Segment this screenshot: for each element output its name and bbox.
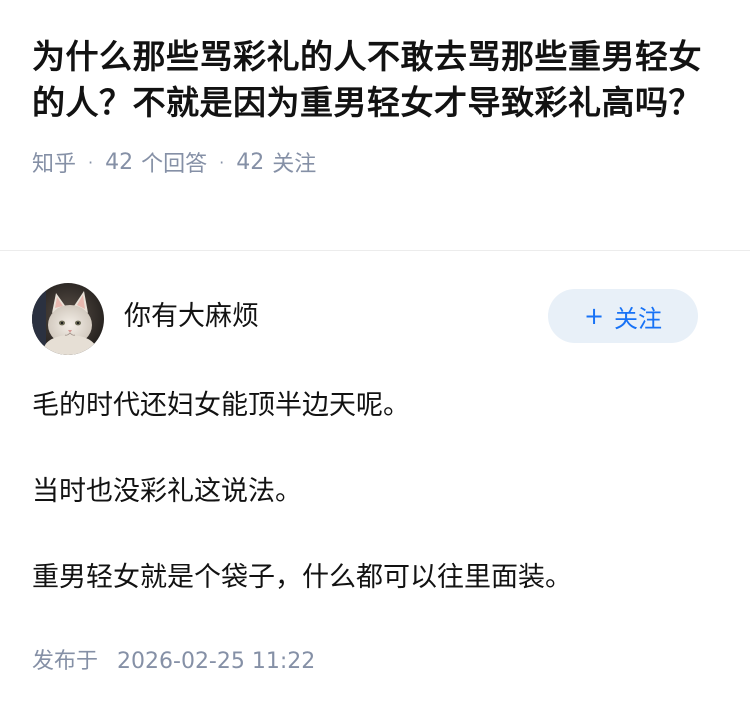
question-title[interactable]: 为什么那些骂彩礼的人不敢去骂那些重男轻女的人？不就是因为重男轻女才导致彩礼高吗？ — [32, 34, 718, 126]
question-meta: 知乎 · 42 个回答 · 42 关注 — [32, 146, 718, 178]
answers-label[interactable]: 个回答 — [141, 146, 207, 178]
white-cat-avatar-icon — [32, 283, 104, 355]
follow-button-label: 关注 — [614, 304, 663, 333]
answer-content: 毛的时代还妇女能顶半边天呢。 当时也没彩礼这说法。 重男轻女就是个袋子，什么都可… — [32, 385, 718, 599]
author-name[interactable]: 你有大麻烦 — [124, 294, 259, 333]
published-info: 发布于 2026-02-25 11:22 — [32, 643, 718, 675]
answer-paragraph: 毛的时代还妇女能顶半边天呢。 — [32, 390, 410, 421]
answer-paragraph: 重男轻女就是个袋子，什么都可以往里面装。 — [32, 562, 572, 593]
author-row: 你有大麻烦 + 关注 — [32, 283, 718, 355]
answers-count: 42 — [105, 149, 134, 175]
meta-separator: · — [88, 152, 94, 172]
plus-icon: + — [583, 302, 605, 330]
source-label[interactable]: 知乎 — [32, 146, 76, 178]
follows-count: 42 — [236, 149, 265, 175]
meta-separator: · — [219, 152, 225, 172]
section-divider — [0, 250, 750, 251]
question-header: 为什么那些骂彩礼的人不敢去骂那些重男轻女的人？不就是因为重男轻女才导致彩礼高吗？… — [0, 0, 750, 218]
published-label: 发布于 — [32, 649, 99, 674]
avatar[interactable] — [32, 283, 104, 355]
answer-paragraph: 当时也没彩礼这说法。 — [32, 476, 302, 507]
answer-card: 你有大麻烦 + 关注 毛的时代还妇女能顶半边天呢。 当时也没彩礼这说法。 重男轻… — [0, 283, 750, 675]
published-time: 2026-02-25 11:22 — [117, 649, 316, 674]
follow-button[interactable]: + 关注 — [548, 289, 698, 343]
follows-label[interactable]: 关注 — [272, 146, 316, 178]
